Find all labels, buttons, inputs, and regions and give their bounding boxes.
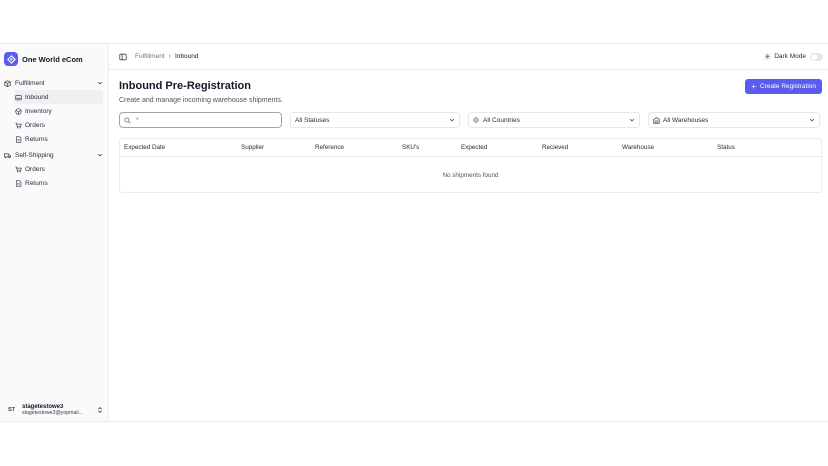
column-header-skus[interactable]: SKU's	[402, 144, 461, 151]
sidebar-item-inbound[interactable]: Inbound	[14, 90, 103, 104]
truck-icon	[4, 152, 13, 159]
chevron-right-icon: ›	[168, 53, 171, 60]
shipments-table: Expected Date Supplier Reference SKU's E…	[119, 138, 822, 193]
search-value: *	[136, 116, 139, 124]
empty-state: No shipments found	[442, 171, 499, 179]
topbar: Fulfillment › Inbound Dark Mode	[109, 44, 828, 70]
brand-name: One World eCom	[22, 54, 83, 64]
main-content: Fulfillment › Inbound Dark Mode Inbound …	[109, 44, 828, 421]
document-icon	[15, 179, 24, 187]
avatar: ST	[7, 407, 16, 413]
sidebar-sublist-self-shipping: Orders Returns	[14, 162, 103, 190]
brand[interactable]: One World eCom	[0, 44, 108, 69]
sidebar-group-label: Fulfillment	[15, 79, 45, 87]
sidebar-item-label: Inbound	[25, 93, 49, 101]
create-registration-label: Create Registration	[760, 83, 816, 90]
column-header-supplier[interactable]: Supplier	[241, 144, 315, 151]
user-email: stagetestowe3@yopmail...	[22, 410, 83, 416]
sidebar-sublist-fulfillment: Inbound Inventory Orders Returns	[14, 90, 103, 146]
dark-mode-toggle[interactable]	[810, 52, 823, 61]
country-select[interactable]: All Countries	[468, 112, 640, 128]
sidebar-group-label: Self-Shipping	[15, 151, 54, 159]
sidebar-group-self-shipping[interactable]: Self-Shipping	[4, 148, 103, 162]
sidebar-item-inventory[interactable]: Inventory	[14, 104, 103, 118]
warehouse-select-value: All Warehouses	[663, 116, 709, 124]
breadcrumb-parent[interactable]: Fulfillment	[135, 53, 165, 60]
column-header-warehouse[interactable]: Warehouse	[622, 144, 717, 151]
sidebar-item-orders[interactable]: Orders	[14, 118, 103, 132]
sidebar-nav: Fulfillment Inbound Inventory Orders Ret…	[0, 69, 108, 190]
chevron-down-icon	[809, 117, 815, 123]
user-menu[interactable]: ST stagetestowe3 stagetestowe3@yopmail..…	[0, 399, 108, 421]
status-select-value: All Statuses	[295, 116, 330, 124]
status-select[interactable]: All Statuses	[290, 112, 460, 128]
page-title: Inbound Pre-Registration	[119, 80, 251, 92]
sidebar-item-label: Orders	[25, 165, 45, 173]
title-row: Inbound Pre-Registration Create and mana…	[119, 79, 822, 104]
column-header-expected[interactable]: Expected	[461, 144, 542, 151]
dark-mode-label: Dark Mode	[774, 53, 806, 60]
country-select-value: All Countries	[483, 116, 520, 124]
box-icon	[15, 107, 24, 115]
app-window: One World eCom Fulfillment Inbound Inven…	[0, 43, 828, 422]
warehouse-select[interactable]: All Warehouses	[648, 112, 820, 128]
filter-bar: * All Statuses All Countries All Warehou…	[119, 112, 822, 128]
brand-logo-icon	[4, 52, 18, 66]
column-header-reference[interactable]: Reference	[315, 144, 402, 151]
warehouse-icon	[653, 116, 662, 124]
chevron-down-icon[interactable]	[97, 152, 103, 158]
sun-icon	[764, 53, 771, 60]
cart-icon	[15, 166, 24, 173]
user-info: stagetestowe3 stagetestowe3@yopmail...	[22, 404, 97, 416]
sidebar-item-self-returns[interactable]: Returns	[14, 176, 103, 190]
column-header-recieved[interactable]: Recieved	[542, 144, 622, 151]
search-icon	[124, 116, 133, 124]
column-header-expected-date[interactable]: Expected Date	[124, 144, 241, 151]
chevron-up-down-icon[interactable]	[97, 401, 103, 419]
package-icon	[4, 79, 13, 87]
sidebar-item-self-orders[interactable]: Orders	[14, 162, 103, 176]
plus-icon: +	[751, 82, 756, 91]
sidebar-toggle-icon[interactable]	[119, 53, 127, 61]
sidebar-item-label: Returns	[25, 179, 48, 187]
chevron-down-icon	[449, 117, 455, 123]
sidebar-item-label: Returns	[25, 135, 48, 143]
table-header: Expected Date Supplier Reference SKU's E…	[120, 139, 821, 157]
inbox-icon	[15, 94, 24, 101]
page-subtitle: Create and manage incoming warehouse shi…	[119, 97, 283, 104]
chevron-down-icon[interactable]	[97, 80, 103, 86]
breadcrumb: Fulfillment › Inbound	[135, 53, 198, 60]
globe-icon	[473, 117, 482, 123]
sidebar-item-returns[interactable]: Returns	[14, 132, 103, 146]
search-input[interactable]: *	[119, 112, 282, 128]
sidebar-item-label: Inventory	[25, 107, 52, 115]
page-body: Inbound Pre-Registration Create and mana…	[109, 79, 828, 193]
sidebar: One World eCom Fulfillment Inbound Inven…	[0, 44, 109, 421]
chevron-down-icon	[629, 117, 635, 123]
document-icon	[15, 135, 24, 143]
dark-mode-control: Dark Mode	[764, 52, 823, 61]
create-registration-button[interactable]: + Create Registration	[745, 79, 822, 94]
cart-icon	[15, 122, 24, 129]
breadcrumb-current: Inbound	[174, 53, 199, 60]
sidebar-item-label: Orders	[25, 121, 45, 129]
column-header-status[interactable]: Status	[717, 144, 777, 151]
sidebar-group-fulfillment[interactable]: Fulfillment	[4, 76, 103, 90]
